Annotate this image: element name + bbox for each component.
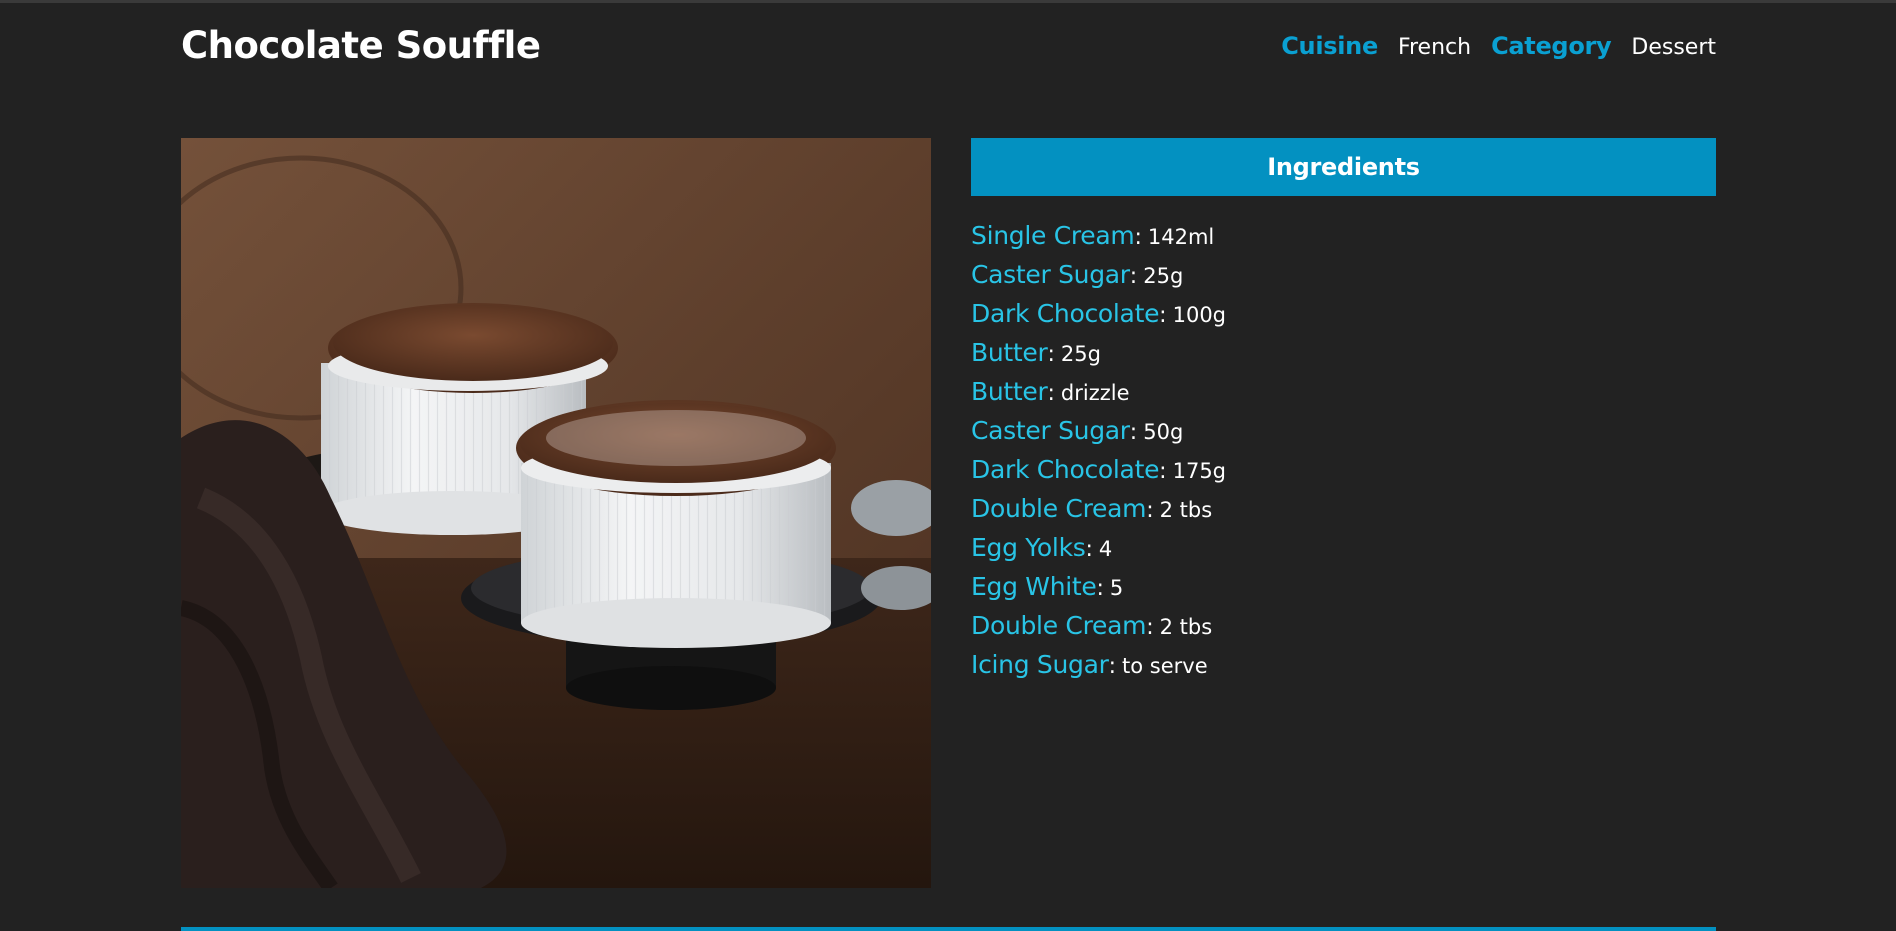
ingredient-name: Double Cream: [971, 494, 1147, 523]
ingredient-measure: 4: [1098, 537, 1113, 561]
ingredient-separator: :: [1047, 381, 1055, 406]
ingredient-item: Dark Chocolate:100g: [971, 299, 1716, 338]
ingredient-measure: 2 tbs: [1159, 498, 1213, 522]
ingredient-name: Caster Sugar: [971, 416, 1130, 445]
ingredient-separator: :: [1146, 615, 1154, 640]
souffle-illustration: [181, 138, 931, 888]
ingredient-measure: 175g: [1172, 459, 1227, 483]
ingredient-item: Caster Sugar:25g: [971, 260, 1716, 299]
ingredient-item: Egg Yolks:4: [971, 533, 1716, 572]
ingredient-separator: :: [1047, 342, 1055, 367]
meal-header: Chocolate Souffle Cuisine French Categor…: [181, 22, 1716, 74]
section-divider: [181, 927, 1716, 931]
ingredient-separator: :: [1129, 264, 1138, 289]
page-title: Chocolate Souffle: [181, 24, 541, 67]
category-label: Category: [1491, 32, 1612, 60]
ingredient-item: Single Cream:142ml: [971, 221, 1716, 260]
ingredient-item: Caster Sugar:50g: [971, 416, 1716, 455]
ingredient-separator: :: [1085, 537, 1093, 562]
ingredient-measure: 2 tbs: [1159, 615, 1213, 639]
ingredient-separator: :: [1108, 654, 1117, 679]
meal-meta: Cuisine French Category Dessert: [1281, 32, 1716, 60]
ingredient-measure: 142ml: [1147, 225, 1215, 249]
ingredient-measure: to serve: [1122, 654, 1208, 678]
ingredient-item: Dark Chocolate:175g: [971, 455, 1716, 494]
ingredient-name: Icing Sugar: [971, 650, 1109, 679]
meal-photo: [181, 138, 931, 888]
ingredient-separator: :: [1146, 498, 1154, 523]
ingredient-measure: 100g: [1172, 303, 1227, 327]
ingredient-separator: :: [1096, 576, 1104, 601]
ingredient-item: Butter:25g: [971, 338, 1716, 377]
ingredient-name: Dark Chocolate: [971, 455, 1160, 484]
ingredient-measure: drizzle: [1060, 381, 1130, 405]
ingredients-heading: Ingredients: [971, 138, 1716, 196]
cuisine-value: French: [1397, 35, 1472, 60]
ingredient-separator: :: [1159, 303, 1167, 328]
meal-detail-page: Chocolate Souffle Cuisine French Categor…: [181, 0, 1716, 931]
ingredient-measure: 50g: [1143, 420, 1184, 444]
ingredient-measure: 5: [1109, 576, 1124, 600]
ingredient-separator: :: [1134, 225, 1142, 250]
ingredient-item: Butter: drizzle: [971, 377, 1716, 416]
ingredient-name: Caster Sugar: [971, 260, 1130, 289]
ingredient-name: Butter: [971, 338, 1048, 367]
ingredient-separator: :: [1129, 420, 1138, 445]
ingredients-panel: Ingredients Single Cream:142ml Caster Su…: [971, 138, 1716, 689]
ingredient-separator: :: [1159, 459, 1167, 484]
cuisine-label: Cuisine: [1281, 32, 1378, 60]
ingredient-name: Double Cream: [971, 611, 1147, 640]
ingredient-item: Double Cream:2 tbs: [971, 611, 1716, 650]
ingredient-name: Egg Yolks: [971, 533, 1086, 562]
category-value: Dessert: [1631, 35, 1716, 60]
ingredient-name: Egg White: [971, 572, 1097, 601]
ingredient-item: Double Cream:2 tbs: [971, 494, 1716, 533]
ingredient-measure: 25g: [1143, 264, 1184, 288]
ingredient-name: Dark Chocolate: [971, 299, 1160, 328]
ingredient-item: Icing Sugar: to serve: [971, 650, 1716, 689]
ingredient-name: Butter: [971, 377, 1048, 406]
ingredient-measure: 25g: [1060, 342, 1101, 366]
ingredient-name: Single Cream: [971, 221, 1135, 250]
ingredients-list: Single Cream:142ml Caster Sugar:25g Dark…: [971, 221, 1716, 689]
ingredient-item: Egg White:5: [971, 572, 1716, 611]
